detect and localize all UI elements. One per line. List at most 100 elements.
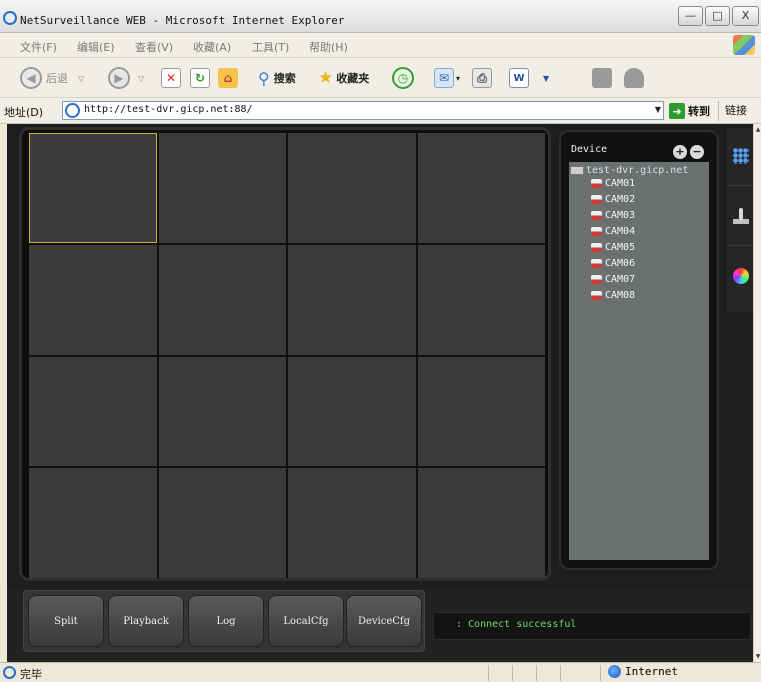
search-button[interactable]: ⚲ 搜索 bbox=[258, 66, 296, 90]
localcfg-button[interactable]: LocalCfg bbox=[268, 595, 344, 647]
camera-icon bbox=[591, 291, 602, 300]
discuss-button[interactable] bbox=[592, 66, 612, 90]
forward-dropdown-icon: ▽ bbox=[138, 73, 145, 83]
mail-dropdown-icon: ▾ bbox=[456, 73, 461, 83]
video-cell[interactable] bbox=[417, 244, 545, 355]
forward-button[interactable]: ▶ ▽ bbox=[108, 66, 144, 90]
address-input[interactable]: http://test-dvr.gicp.net:88/ ▼ bbox=[62, 101, 664, 120]
video-cell[interactable] bbox=[288, 356, 416, 467]
tree-item-cam07[interactable]: CAM07 bbox=[591, 274, 635, 285]
menu-edit[interactable]: 编辑(E) bbox=[77, 39, 115, 55]
status-text: 完毕 bbox=[20, 668, 42, 681]
close-button[interactable]: X bbox=[732, 6, 759, 26]
window-title: NetSurveillance WEB - Microsoft Internet… bbox=[20, 14, 345, 27]
video-cell[interactable] bbox=[158, 468, 286, 578]
video-cell[interactable] bbox=[29, 356, 157, 467]
tab-ptz[interactable] bbox=[727, 188, 753, 246]
video-cell[interactable] bbox=[29, 468, 157, 578]
video-cell[interactable] bbox=[158, 133, 286, 243]
status-divider bbox=[512, 665, 513, 681]
home-icon: ⌂ bbox=[218, 68, 238, 88]
messenger-button[interactable] bbox=[624, 66, 644, 90]
links-button[interactable]: 链接 bbox=[718, 101, 747, 121]
mail-button[interactable]: ✉ ▾ bbox=[434, 66, 460, 90]
scroll-down-icon[interactable]: ▼ bbox=[754, 653, 761, 660]
go-button[interactable]: ➜ 转到 bbox=[669, 101, 710, 121]
camera-icon bbox=[591, 195, 602, 204]
menu-file[interactable]: 文件(F) bbox=[20, 39, 57, 55]
video-cell[interactable] bbox=[288, 244, 416, 355]
browser-toolbar: ◀ 后退 ▽ ▶ ▽ ✕ ↻ ⌂ ⚲ 搜索 ★ 收藏夹 ◷ ✉ ▾ ⎙ W ▼ bbox=[0, 58, 761, 98]
tree-item-cam04[interactable]: CAM04 bbox=[591, 226, 635, 237]
scroll-up-icon[interactable]: ▲ bbox=[754, 126, 761, 133]
status-divider bbox=[536, 665, 537, 681]
tree-item-cam02[interactable]: CAM02 bbox=[591, 194, 635, 205]
split-button[interactable]: Split bbox=[28, 595, 104, 647]
back-arrow-icon: ◀ bbox=[20, 67, 42, 89]
video-cell[interactable] bbox=[288, 468, 416, 578]
log-button[interactable]: Log bbox=[188, 595, 264, 647]
video-cell[interactable] bbox=[417, 133, 545, 243]
video-cell[interactable] bbox=[288, 133, 416, 243]
print-button[interactable]: ⎙ bbox=[472, 66, 492, 90]
search-icon: ⚲ bbox=[258, 68, 270, 88]
ie-icon bbox=[3, 11, 17, 25]
menu-tools[interactable]: 工具(T) bbox=[252, 39, 289, 55]
tree-item-cam01[interactable]: CAM01 bbox=[591, 178, 635, 189]
history-button[interactable]: ◷ bbox=[392, 66, 414, 90]
playback-button[interactable]: Playback bbox=[108, 595, 184, 647]
title-bar: NetSurveillance WEB - Microsoft Internet… bbox=[0, 0, 761, 33]
device-panel: Device + − test-dvr.gicp.net CAM01 CAM02… bbox=[559, 130, 719, 570]
back-button[interactable]: ◀ 后退 ▽ bbox=[20, 66, 84, 90]
video-cell[interactable] bbox=[158, 244, 286, 355]
tab-device[interactable] bbox=[727, 128, 753, 186]
go-arrow-icon: ➜ bbox=[669, 103, 685, 119]
video-grid bbox=[29, 133, 545, 578]
maximize-button[interactable]: □ bbox=[705, 6, 730, 26]
camera-label: CAM05 bbox=[605, 242, 636, 253]
camera-icon bbox=[591, 211, 602, 220]
address-url: http://test-dvr.gicp.net:88/ bbox=[84, 104, 253, 115]
menu-favorites[interactable]: 收藏(A) bbox=[193, 39, 231, 55]
camera-label: CAM02 bbox=[605, 194, 636, 205]
tab-color[interactable] bbox=[727, 248, 753, 306]
remove-device-button[interactable]: − bbox=[690, 145, 704, 159]
word-icon: W bbox=[509, 68, 529, 88]
video-cell[interactable] bbox=[417, 468, 545, 578]
messenger-icon bbox=[624, 68, 644, 88]
video-cell[interactable] bbox=[29, 244, 157, 355]
minimize-button[interactable]: — bbox=[678, 6, 703, 26]
edit-button[interactable]: W ▼ bbox=[509, 66, 549, 90]
back-dropdown-icon: ▽ bbox=[78, 73, 85, 83]
print-icon: ⎙ bbox=[472, 68, 492, 88]
video-cell[interactable] bbox=[29, 133, 157, 243]
vertical-scrollbar[interactable]: ▲ ▼ bbox=[753, 124, 761, 662]
video-cell[interactable] bbox=[417, 356, 545, 467]
forward-arrow-icon: ▶ bbox=[108, 67, 130, 89]
history-icon: ◷ bbox=[392, 67, 414, 89]
stop-button[interactable]: ✕ bbox=[161, 66, 181, 90]
connection-status: : Connect successful bbox=[433, 612, 751, 640]
home-button[interactable]: ⌂ bbox=[218, 66, 238, 90]
refresh-button[interactable]: ↻ bbox=[190, 66, 210, 90]
video-cell[interactable] bbox=[158, 356, 286, 467]
edit-dropdown-icon: ▼ bbox=[543, 73, 550, 83]
tree-item-cam03[interactable]: CAM03 bbox=[591, 210, 635, 221]
add-device-button[interactable]: + bbox=[673, 145, 687, 159]
favorites-button[interactable]: ★ 收藏夹 bbox=[318, 66, 369, 90]
tree-root-device[interactable]: test-dvr.gicp.net bbox=[570, 165, 688, 176]
back-label: 后退 bbox=[46, 72, 68, 85]
device-header: Device + − bbox=[569, 142, 709, 162]
refresh-icon: ↻ bbox=[190, 68, 210, 88]
menu-help[interactable]: 帮助(H) bbox=[309, 39, 348, 55]
camera-icon bbox=[591, 259, 602, 268]
tree-item-cam08[interactable]: CAM08 bbox=[591, 290, 635, 301]
menu-view[interactable]: 查看(V) bbox=[135, 39, 173, 55]
tree-item-cam06[interactable]: CAM06 bbox=[591, 258, 635, 269]
address-dropdown-icon[interactable]: ▼ bbox=[655, 105, 661, 114]
status-divider bbox=[560, 665, 561, 681]
page-done-icon bbox=[3, 666, 16, 679]
tree-item-cam05[interactable]: CAM05 bbox=[591, 242, 635, 253]
camera-label: CAM07 bbox=[605, 274, 636, 285]
devicecfg-button[interactable]: DeviceCfg bbox=[346, 595, 422, 647]
